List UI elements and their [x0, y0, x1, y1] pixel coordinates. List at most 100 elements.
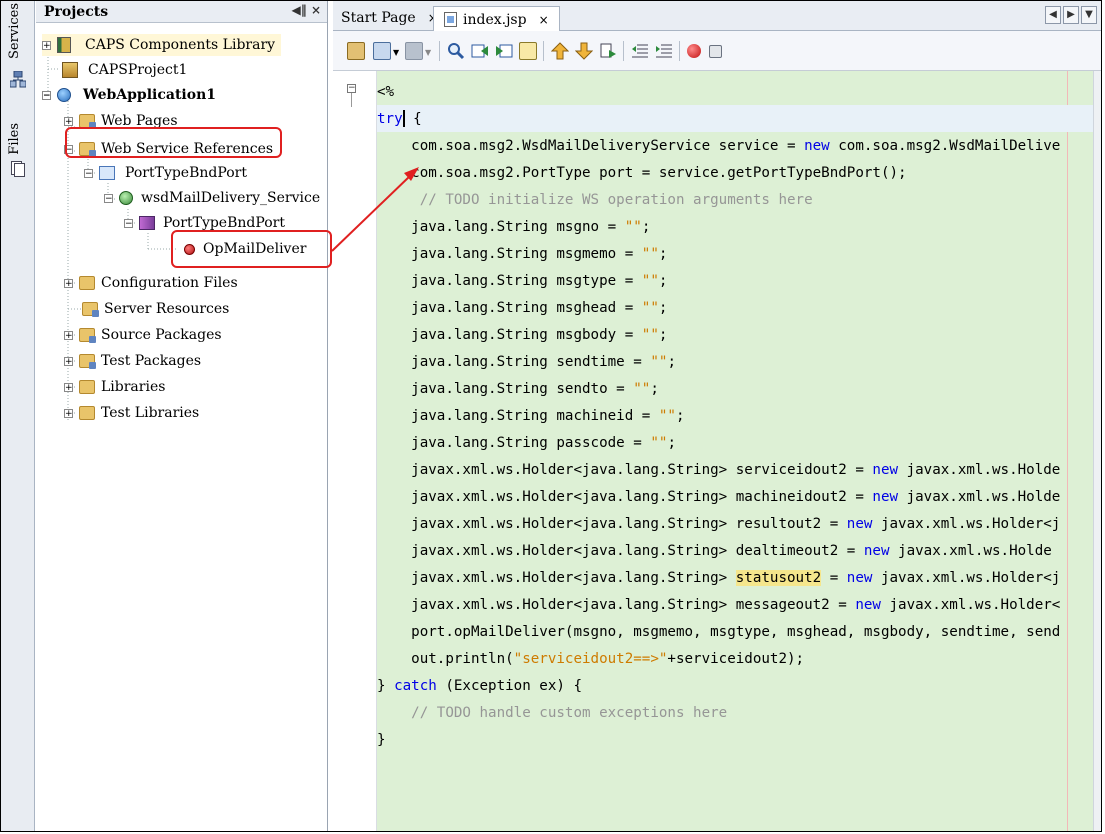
- code-string: "": [650, 353, 668, 370]
- collapse-toggle[interactable]: −: [124, 218, 133, 228]
- collapse-toggle[interactable]: −: [84, 168, 93, 178]
- code-string: "": [641, 245, 659, 262]
- tree-item-web-application[interactable]: − WebApplication1: [42, 84, 216, 106]
- tree-item-port-type-bnd-port[interactable]: − PortTypeBndPort: [84, 162, 247, 184]
- chevron-down-icon[interactable]: ▼: [425, 48, 431, 57]
- expand-toggle[interactable]: +: [64, 330, 73, 340]
- toolbar-separator: [543, 41, 544, 61]
- tree-item-label: Source Packages: [101, 327, 222, 343]
- code-keyword: new: [846, 515, 873, 532]
- files-tab-label: Files: [7, 123, 22, 155]
- toggle-bookmark-icon[interactable]: [599, 42, 617, 60]
- code-text: javax.xml.ws.Holder<java.lang.String>: [377, 569, 736, 586]
- code-line: out.println("serviceidout2==>" +serviceid…: [377, 645, 1101, 672]
- code-comment: // TODO initialize WS operation argument…: [377, 191, 813, 208]
- close-icon[interactable]: ×: [539, 13, 549, 27]
- code-text: java.lang.String sendto =: [377, 380, 634, 397]
- code-line: com.soa.msg2.WsdMailDeliveryService serv…: [377, 132, 1101, 159]
- tab-start-page[interactable]: Start Page ×: [341, 7, 438, 29]
- collapse-toggle[interactable]: −: [104, 193, 113, 203]
- code-line: // TODO initialize WS operation argument…: [377, 186, 1101, 213]
- find-previous-icon[interactable]: [471, 42, 489, 60]
- chevron-down-icon[interactable]: ▼: [393, 48, 399, 57]
- tree-item-label: PortTypeBndPort: [125, 165, 247, 181]
- forward-icon[interactable]: [405, 42, 423, 60]
- editor-tab-bar: Start Page × index.jsp × ◀ ▶ ▼: [333, 1, 1101, 32]
- side-tab-strip: Services Files: [1, 1, 35, 831]
- folder-icon: [79, 276, 95, 290]
- previous-bookmark-icon[interactable]: [550, 42, 570, 60]
- code-text: {: [404, 110, 422, 127]
- expand-toggle[interactable]: +: [42, 40, 51, 50]
- code-text: }: [377, 731, 386, 748]
- code-line: javax.xml.ws.Holder<java.lang.String> re…: [377, 510, 1101, 537]
- ide-window: Services Files Projects ◀‖ × + CAPS Comp…: [0, 0, 1102, 832]
- panel-controls[interactable]: ◀‖ ×: [292, 3, 321, 17]
- tree-item-test-libraries[interactable]: + Test Libraries: [64, 402, 199, 424]
- collapse-toggle[interactable]: −: [42, 90, 51, 100]
- stop-macro-recording-icon[interactable]: [709, 45, 722, 58]
- code-keyword: new: [872, 488, 899, 505]
- expand-toggle[interactable]: +: [64, 356, 73, 366]
- expand-toggle[interactable]: +: [64, 408, 73, 418]
- files-tab[interactable]: Files: [7, 123, 22, 155]
- tree-item-caps-project[interactable]: CAPSProject1: [62, 59, 187, 81]
- tree-item-label: WebApplication1: [83, 87, 216, 103]
- code-line: // TODO handle custom exceptions here: [377, 699, 1101, 726]
- tab-list-button[interactable]: ▼: [1081, 6, 1097, 24]
- tree-item-wsd-mail-delivery-service[interactable]: − wsdMailDelivery_Service: [104, 187, 320, 209]
- code-line: javax.xml.ws.Holder<java.lang.String> me…: [377, 591, 1101, 618]
- fold-line: [351, 93, 352, 107]
- code-highlighted-identifier: statusout2: [735, 569, 822, 586]
- scroll-tabs-left-button[interactable]: ◀: [1045, 6, 1061, 24]
- back-icon[interactable]: [373, 42, 391, 60]
- code-text: javax.xml.ws.Holder<java.lang.String> me…: [377, 596, 856, 613]
- find-next-icon[interactable]: [495, 42, 513, 60]
- code-text: com.soa.msg2.WsdMailDelive: [829, 137, 1061, 154]
- tree-item-test-packages[interactable]: + Test Packages: [64, 350, 201, 372]
- last-edit-icon[interactable]: [347, 42, 365, 60]
- web-application-icon: [57, 88, 71, 102]
- code-text: port.opMailDeliver(msgno, msgmemo, msgty…: [377, 623, 1061, 640]
- shift-left-icon[interactable]: [631, 42, 649, 60]
- folder-icon: [79, 328, 96, 343]
- code-text: ;: [658, 245, 668, 262]
- service-icon: [99, 166, 115, 180]
- vertical-scrollbar[interactable]: [1093, 71, 1101, 831]
- code-text: out.println(: [377, 650, 514, 667]
- folder-icon: [79, 114, 96, 129]
- code-line: java.lang.String msgbody = "";: [377, 321, 1101, 348]
- toolbar-separator: [679, 41, 680, 61]
- next-bookmark-icon[interactable]: [574, 42, 594, 60]
- code-keyword: new: [846, 569, 873, 586]
- code-view[interactable]: <% try { com.soa.msg2.WsdMailDeliverySer…: [377, 71, 1101, 831]
- tab-index-jsp[interactable]: index.jsp ×: [433, 6, 560, 32]
- services-tab[interactable]: Services: [7, 3, 22, 59]
- code-text: javax.xml.ws.Holder<j: [872, 569, 1061, 586]
- shift-right-icon[interactable]: [655, 42, 673, 60]
- code-text: java.lang.String msgbody =: [377, 326, 642, 343]
- code-text: ;: [658, 299, 668, 316]
- start-macro-recording-icon[interactable]: [687, 44, 701, 58]
- tree-item-caps-components-library[interactable]: + CAPS Components Library: [42, 34, 282, 56]
- code-line: java.lang.String passcode = "";: [377, 429, 1101, 456]
- expand-toggle[interactable]: +: [64, 382, 73, 392]
- tree-item-label: PortTypeBndPort: [163, 215, 285, 231]
- tree-item-libraries[interactable]: + Libraries: [64, 376, 165, 398]
- toggle-highlight-icon[interactable]: [519, 42, 537, 60]
- tree-item-source-packages[interactable]: + Source Packages: [64, 324, 222, 346]
- code-text: java.lang.String machineid =: [377, 407, 659, 424]
- code-line: java.lang.String msghead = "";: [377, 294, 1101, 321]
- code-string: "serviceidout2==>": [513, 650, 668, 667]
- expand-toggle[interactable]: +: [64, 116, 73, 126]
- find-selection-icon[interactable]: [447, 42, 465, 60]
- expand-toggle[interactable]: +: [64, 278, 73, 288]
- fold-toggle[interactable]: −: [347, 84, 356, 93]
- code-text: ;: [675, 407, 685, 424]
- tree-item-configuration-files[interactable]: + Configuration Files: [64, 272, 238, 294]
- scroll-tabs-right-button[interactable]: ▶: [1063, 6, 1079, 24]
- tab-label: Start Page: [341, 10, 416, 26]
- code-line: java.lang.String msgno = "";: [377, 213, 1101, 240]
- projects-title: Projects: [44, 3, 109, 20]
- tree-item-server-resources[interactable]: Server Resources: [82, 298, 229, 320]
